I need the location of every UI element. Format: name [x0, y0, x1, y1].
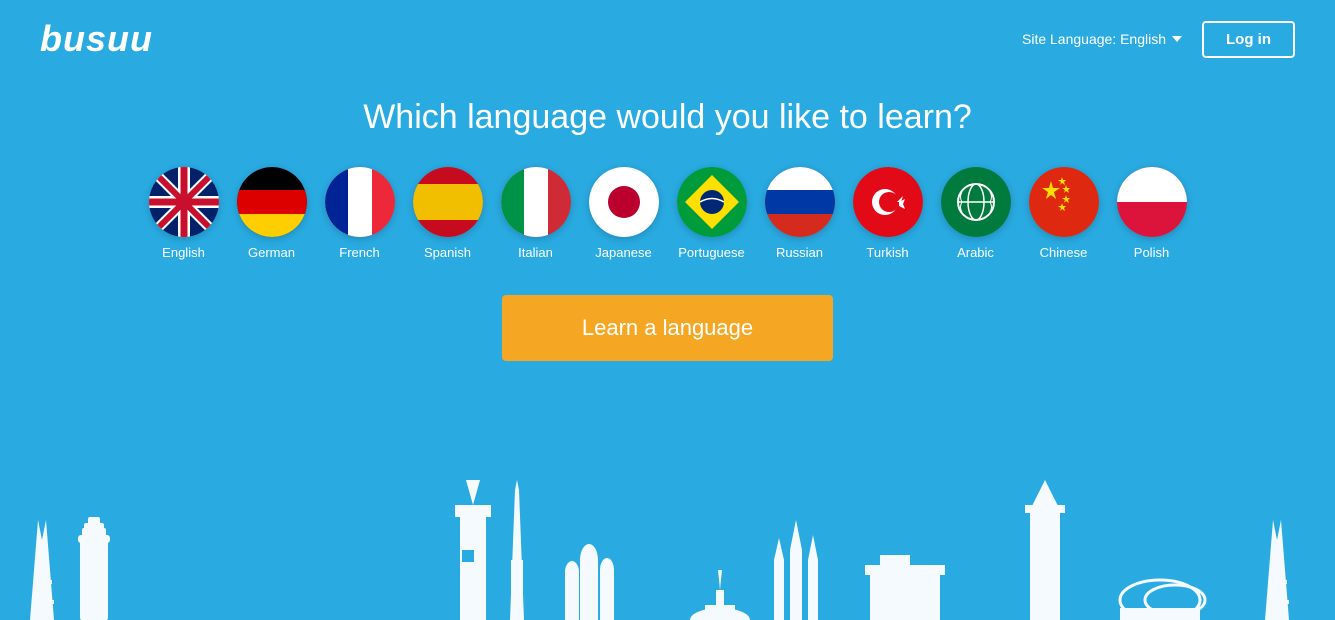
logo: busuu: [40, 18, 153, 60]
chevron-down-icon: [1172, 36, 1182, 42]
header: busuu Site Language: English Log in: [0, 0, 1335, 78]
flag-english: [149, 167, 219, 237]
language-item-german[interactable]: German: [237, 167, 307, 260]
login-button[interactable]: Log in: [1202, 21, 1295, 58]
flag-italian: [501, 167, 571, 237]
header-right: Site Language: English Log in: [1022, 21, 1295, 58]
language-item-english[interactable]: English: [149, 167, 219, 260]
site-language-label: Site Language: English: [1022, 31, 1166, 47]
language-item-spanish[interactable]: Spanish: [413, 167, 483, 260]
language-label-arabic: Arabic: [957, 245, 994, 260]
flag-russian: [765, 167, 835, 237]
language-item-turkish[interactable]: Turkish: [853, 167, 923, 260]
flag-chinese: [1029, 167, 1099, 237]
language-item-french[interactable]: French: [325, 167, 395, 260]
language-item-portuguese[interactable]: Portuguese: [677, 167, 747, 260]
flag-spanish: [413, 167, 483, 237]
skyline-decoration: [0, 460, 1335, 620]
flag-arabic: [941, 167, 1011, 237]
language-label-italian: Italian: [518, 245, 553, 260]
flag-french: [325, 167, 395, 237]
flag-portuguese: [677, 167, 747, 237]
main-content: Which language would you like to learn?: [0, 78, 1335, 391]
site-language-selector[interactable]: Site Language: English: [1022, 31, 1182, 47]
language-label-spanish: Spanish: [424, 245, 471, 260]
language-label-chinese: Chinese: [1040, 245, 1088, 260]
language-label-russian: Russian: [776, 245, 823, 260]
language-item-chinese[interactable]: Chinese: [1029, 167, 1099, 260]
language-item-russian[interactable]: Russian: [765, 167, 835, 260]
language-label-english: English: [162, 245, 205, 260]
language-label-polish: Polish: [1134, 245, 1169, 260]
language-item-arabic[interactable]: Arabic: [941, 167, 1011, 260]
language-label-portuguese: Portuguese: [678, 245, 745, 260]
flag-german: [237, 167, 307, 237]
language-label-turkish: Turkish: [866, 245, 908, 260]
language-label-japanese: Japanese: [595, 245, 651, 260]
language-item-italian[interactable]: Italian: [501, 167, 571, 260]
language-label-french: French: [339, 245, 379, 260]
language-item-japanese[interactable]: Japanese: [589, 167, 659, 260]
headline: Which language would you like to learn?: [363, 98, 972, 137]
flag-japanese: [589, 167, 659, 237]
flag-turkish: [853, 167, 923, 237]
language-label-german: German: [248, 245, 295, 260]
language-item-polish[interactable]: Polish: [1117, 167, 1187, 260]
languages-row: English German: [149, 167, 1187, 260]
flag-polish: [1117, 167, 1187, 237]
learn-language-button[interactable]: Learn a language: [502, 295, 833, 361]
